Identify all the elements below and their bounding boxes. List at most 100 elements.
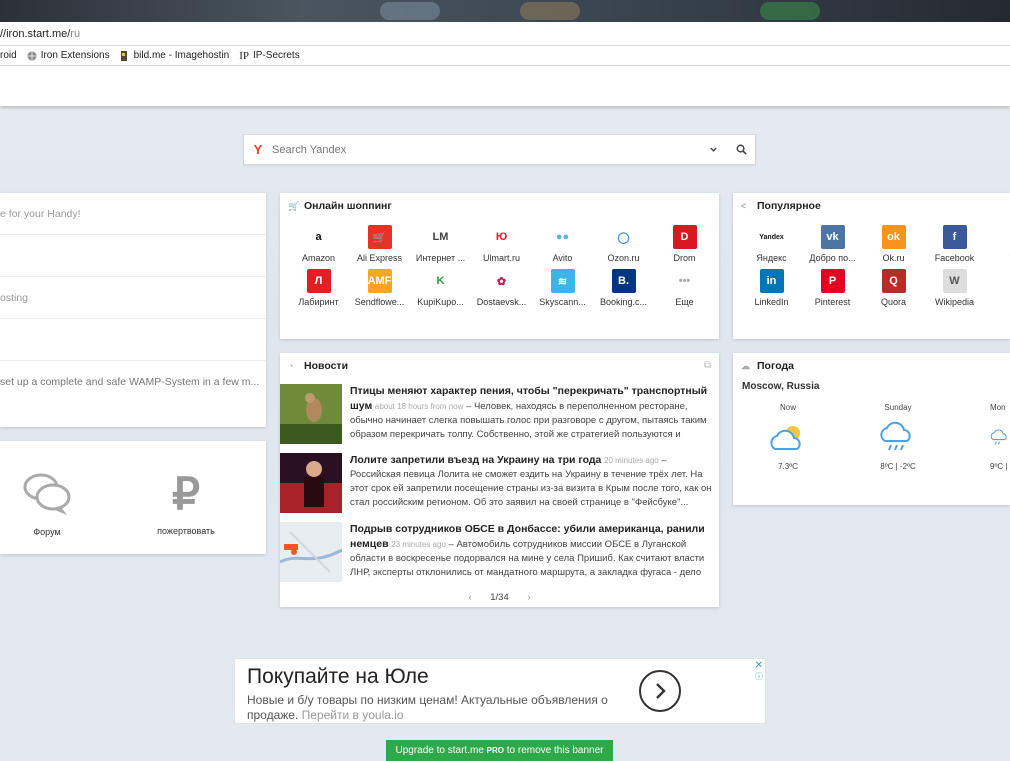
site-logo-icon: vk: [820, 225, 845, 249]
close-icon[interactable]: ✕: [755, 660, 763, 671]
news-thumbnail: [280, 384, 342, 444]
weather-day-label: Now: [779, 403, 796, 412]
site-tile[interactable]: D Drom: [654, 225, 715, 263]
site-tile[interactable]: a Amazon: [288, 225, 349, 263]
site-label: Еще: [675, 297, 694, 307]
weather-day-label: Sunday: [884, 403, 912, 412]
site-tile[interactable]: ok Ok.ru: [863, 225, 924, 263]
site-tile[interactable]: in LinkedIn: [741, 269, 802, 307]
list-item[interactable]: [0, 319, 266, 361]
chevron-left-icon[interactable]: ‹: [468, 592, 471, 603]
site-tile[interactable]: f Facebook: [924, 225, 985, 263]
site-tile[interactable]: t Tw: [985, 225, 1010, 263]
search-input[interactable]: [272, 143, 699, 156]
site-tile[interactable]: W Wikipedia: [924, 269, 985, 307]
site-tile[interactable]: vk Добро по...: [802, 225, 863, 263]
ad-banner[interactable]: Покупайте на Юле Новые и б/у товары по н…: [234, 658, 766, 724]
address-bar[interactable]: //iron.start.me/ru: [0, 22, 1010, 46]
site-label: Добро по...: [809, 253, 856, 263]
site-logo-icon: •••: [672, 269, 697, 293]
site-label: Wikipedia: [934, 297, 974, 307]
widget-header: 🛒 Онлайн шоппинг: [280, 193, 719, 219]
site-tile[interactable]: K KupiKupo...: [410, 269, 471, 307]
forum-tile[interactable]: Форум: [2, 471, 92, 537]
widget-header: < Популярное: [733, 193, 1010, 219]
list-item[interactable]: [0, 235, 266, 277]
site-label: Quora: [880, 297, 906, 307]
site-tile[interactable]: LM Интернет ...: [410, 225, 471, 263]
rain-icon: [880, 421, 911, 451]
news-title[interactable]: Лолите запретили въезд на Украину на три…: [350, 454, 601, 466]
news-body: Российская певица Лолита не сможет ездит…: [350, 469, 712, 508]
weather-day: Mon 9ºC |: [970, 403, 1010, 471]
news-item[interactable]: Подрыв сотрудников ОБСЕ в Донбассе: убил…: [280, 522, 719, 588]
site-logo-icon: AMF: [367, 269, 392, 293]
site-tile[interactable]: ✿ Dostaevsk...: [471, 269, 532, 307]
bookmark-iron-extensions[interactable]: Iron Extensions: [27, 50, 110, 61]
ruble-icon: ₽: [172, 470, 200, 519]
site-label: Avito: [552, 253, 573, 263]
site-tile[interactable]: ≋ Skyscann...: [532, 269, 593, 307]
search-icon[interactable]: [727, 136, 755, 164]
info-icon[interactable]: ⓘ: [755, 671, 763, 682]
chevron-right-icon[interactable]: ›: [527, 592, 530, 603]
site-logo-icon: ●●: [550, 225, 575, 249]
chevron-right-icon[interactable]: [639, 670, 681, 712]
site-tile[interactable]: 🛒 Ali Express: [349, 225, 410, 263]
bookmark-android[interactable]: roid: [0, 50, 17, 61]
list-item[interactable]: e for your Handy!: [0, 193, 266, 235]
ad-link[interactable]: Перейти в youla.io: [302, 708, 404, 722]
tiles-widget: Форум ₽ пожертвовать: [0, 441, 266, 554]
list-item[interactable]: osting: [0, 277, 266, 319]
site-tile[interactable]: Q Quora: [863, 269, 924, 307]
site-label: Ulmart.ru: [482, 253, 520, 263]
site-tile[interactable]: ●● Avito: [532, 225, 593, 263]
site-label: Ozon.ru: [607, 253, 640, 263]
bookmarks-widget: e for your Handy! osting set up a comple…: [0, 193, 266, 427]
site-logo-icon: B.: [611, 269, 636, 293]
search-bar: Y: [243, 134, 756, 165]
site-tile[interactable]: Ю Ulmart.ru: [471, 225, 532, 263]
chevron-down-icon[interactable]: [699, 136, 727, 164]
site-logo-icon: P: [820, 269, 845, 293]
widget-title: Онлайн шоппинг: [304, 200, 392, 212]
partly-cloudy-icon: [770, 426, 801, 450]
news-time: 23 minutes ago: [391, 540, 446, 549]
widget-title: Погода: [757, 360, 794, 372]
weather-day: Sunday 8ºC | -2ºC: [858, 403, 938, 471]
site-label: Dostaevsk...: [476, 297, 527, 307]
site-tile[interactable]: P Pinterest: [802, 269, 863, 307]
news-thumbnail: [280, 522, 342, 582]
site-label: Ali Express: [356, 253, 402, 263]
news-item[interactable]: Птицы меняют характер пения, чтобы "пере…: [280, 384, 719, 450]
site-tile[interactable]: ••• Еще: [654, 269, 715, 307]
forum-label: Форум: [33, 527, 61, 537]
site-logo-icon: t: [1003, 225, 1010, 249]
news-time: about 18 hours from now: [374, 402, 464, 411]
site-tile[interactable]: ◯ Ozon.ru: [593, 225, 654, 263]
bookmark-ip-secrets[interactable]: IP IP-Secrets: [239, 50, 299, 62]
site-tile[interactable]: Л Лабиринт: [288, 269, 349, 307]
popular-tiles: Yandex Яндекс vk Добро по... ok Ok.ru f Faceboo…: [733, 219, 1010, 307]
site-logo-icon: 🛒: [367, 225, 392, 249]
site-logo-icon: in: [759, 269, 784, 293]
weather-city: Moscow, Russia: [742, 381, 820, 392]
bookmark-bild-me[interactable]: bild.me - Imagehostin: [120, 50, 229, 61]
news-thumbnail: [280, 453, 342, 513]
upgrade-banner-button[interactable]: Upgrade to start.me PRO to remove this b…: [386, 740, 613, 761]
external-link-icon[interactable]: ⧉: [704, 360, 711, 371]
news-item[interactable]: Лолите запретили въезд на Украину на три…: [280, 453, 719, 519]
site-tile[interactable]: Yandex Яндекс: [741, 225, 802, 263]
site-label: LinkedIn: [754, 297, 789, 307]
list-item[interactable]: set up a complete and safe WAMP-System i…: [0, 361, 266, 403]
weather-day: Now 7.3ºC: [748, 403, 828, 471]
rss-icon: ◔: [288, 361, 294, 371]
globe-icon: [27, 51, 37, 60]
ad-headline[interactable]: Покупайте на Юле: [247, 665, 429, 689]
news-pager: ‹ 1/34 ›: [280, 592, 719, 603]
site-tile[interactable]: B. Booking.c...: [593, 269, 654, 307]
site-logo-icon: LM: [428, 225, 453, 249]
weather-day-label: Mon: [990, 403, 1006, 412]
donate-tile[interactable]: ₽ пожертвовать: [141, 470, 231, 537]
site-tile[interactable]: AMF Sendflowe...: [349, 269, 410, 307]
